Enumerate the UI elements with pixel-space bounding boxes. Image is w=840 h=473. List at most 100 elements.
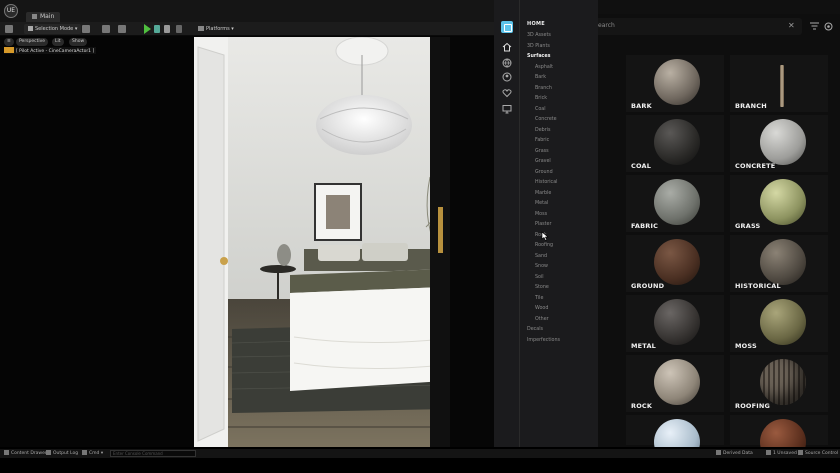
output-log-icon	[46, 450, 51, 455]
play-icon[interactable]	[144, 24, 151, 34]
material-tile-label: GRASS	[735, 222, 761, 230]
category-item[interactable]: Grass	[535, 149, 549, 154]
search-input[interactable]: earch	[598, 22, 615, 29]
branch-thumbnail	[780, 65, 784, 107]
search-bar[interactable]: earch ✕	[598, 18, 802, 35]
more-options-icon[interactable]	[176, 25, 182, 33]
save-icon[interactable]	[5, 25, 13, 33]
category-item[interactable]: Historical	[535, 180, 557, 185]
perspective-button[interactable]: Perspective	[16, 38, 49, 46]
material-tile[interactable]	[626, 415, 724, 465]
material-tile[interactable]: CONCRETE	[730, 115, 828, 172]
category-item[interactable]: Fabric	[535, 138, 549, 143]
category-item[interactable]: 3D Assets	[527, 33, 551, 38]
category-item[interactable]: Roofing	[535, 243, 553, 248]
category-item[interactable]: Surfaces	[527, 54, 551, 59]
console-command-input[interactable]: Enter Console Command	[110, 450, 196, 457]
category-item[interactable]: Ground	[535, 170, 553, 175]
category-item[interactable]: Debris	[535, 128, 551, 133]
asset-browser: earch ✕ BARK BRANCH COAL CONCRETE FABRIC GRAS…	[598, 0, 840, 465]
category-item[interactable]: Sand	[535, 254, 547, 259]
browser-top-strip	[598, 0, 840, 14]
category-item[interactable]: Decals	[527, 327, 543, 332]
material-tile[interactable]: COAL	[626, 115, 724, 172]
unsaved-button[interactable]: 1 Unsaved	[766, 449, 797, 458]
category-item[interactable]: Imperfections	[527, 338, 560, 343]
category-item[interactable]: Asphalt	[535, 65, 553, 70]
blueprint-icon[interactable]	[102, 25, 110, 33]
clear-search-icon[interactable]: ✕	[788, 21, 795, 30]
platforms-label: Platforms	[206, 26, 230, 32]
material-sphere-thumbnail	[760, 239, 806, 285]
globe-icon[interactable]	[502, 58, 512, 68]
platforms-dropdown[interactable]: Platforms ▾	[198, 24, 234, 34]
monitor-icon[interactable]	[502, 104, 512, 114]
material-tile[interactable]: GROUND	[626, 235, 724, 292]
category-item[interactable]: Gravel	[535, 159, 551, 164]
pilot-active-label: [ Pilot Active - CineCameraActor1 ]	[4, 47, 97, 54]
category-item[interactable]: Snow	[535, 264, 548, 269]
category-item[interactable]: Moss	[535, 212, 547, 217]
derived-data-button[interactable]: Derived Data	[716, 449, 753, 458]
category-item[interactable]: Branch	[535, 86, 552, 91]
material-tile[interactable]: METAL	[626, 295, 724, 352]
material-tile[interactable]: ROCK	[626, 355, 724, 412]
bridge-logo-icon[interactable]	[501, 21, 513, 33]
material-tile[interactable]: BARK	[626, 55, 724, 112]
stop-icon[interactable]	[164, 25, 170, 33]
material-tile[interactable]: GRASS	[730, 175, 828, 232]
unreal-logo-icon[interactable]: UE	[4, 4, 18, 18]
category-item[interactable]: Concrete	[535, 117, 557, 122]
material-sphere-thumbnail	[760, 179, 806, 225]
material-tile[interactable]: BRANCH	[730, 55, 828, 112]
material-sphere-thumbnail	[760, 359, 806, 405]
category-item[interactable]: Tile	[535, 296, 543, 301]
content-drawer-button[interactable]: Content Drawer	[4, 449, 47, 458]
category-item[interactable]: Brick	[535, 96, 547, 101]
status-line: Content Drawer Output Log Cmd ▾ Enter Co…	[0, 449, 840, 458]
viewport-render[interactable]	[194, 37, 450, 447]
material-sphere-thumbnail	[654, 59, 700, 105]
mouse-cursor-icon	[541, 231, 549, 241]
platforms-icon	[198, 26, 204, 31]
material-sphere-thumbnail	[760, 299, 806, 345]
derived-data-icon	[716, 450, 721, 455]
settings-icon[interactable]	[824, 22, 833, 31]
add-actor-icon[interactable]	[82, 25, 90, 33]
selection-mode-dropdown[interactable]: Selection Mode ▾	[24, 24, 82, 34]
cinematics-icon[interactable]	[118, 25, 126, 33]
category-item[interactable]: Marble	[535, 191, 551, 196]
material-tile-label: FABRIC	[631, 222, 659, 230]
unsaved-icon	[766, 450, 771, 455]
material-tile[interactable]	[730, 415, 828, 465]
home-icon[interactable]	[502, 42, 512, 52]
output-log-button[interactable]: Output Log	[46, 449, 78, 458]
map-tab[interactable]: Main	[26, 12, 61, 22]
material-tile[interactable]: HISTORICAL	[730, 235, 828, 292]
camera-pilot-icon[interactable]	[4, 47, 14, 53]
category-item[interactable]: Other	[535, 317, 549, 322]
category-home[interactable]: HOME	[527, 21, 545, 27]
material-tile-label: BRANCH	[735, 102, 767, 110]
category-item[interactable]: Plaster	[535, 222, 551, 227]
step-icon[interactable]	[154, 25, 160, 33]
cmd-dropdown[interactable]: Cmd ▾	[82, 449, 103, 458]
material-tile[interactable]: FABRIC	[626, 175, 724, 232]
show-button[interactable]: Show	[69, 38, 88, 46]
category-item[interactable]: Wood	[535, 306, 548, 311]
category-item[interactable]: 3D Plants	[527, 44, 550, 49]
category-item[interactable]: Soil	[535, 275, 544, 280]
category-item[interactable]: Stone	[535, 285, 549, 290]
heart-icon[interactable]	[502, 88, 512, 98]
viewport-menu-icon[interactable]: ≡	[4, 38, 14, 46]
material-sphere-thumbnail	[654, 359, 700, 405]
user-icon[interactable]	[502, 72, 512, 82]
source-control-button[interactable]: Source Control	[798, 449, 838, 458]
category-item[interactable]: Coal	[535, 107, 546, 112]
material-tile[interactable]: ROOFING	[730, 355, 828, 412]
filter-icon[interactable]	[810, 22, 819, 30]
category-item[interactable]: Metal	[535, 201, 548, 206]
material-tile[interactable]: MOSS	[730, 295, 828, 352]
category-item[interactable]: Bark	[535, 75, 546, 80]
lit-button[interactable]: Lit	[52, 38, 64, 46]
